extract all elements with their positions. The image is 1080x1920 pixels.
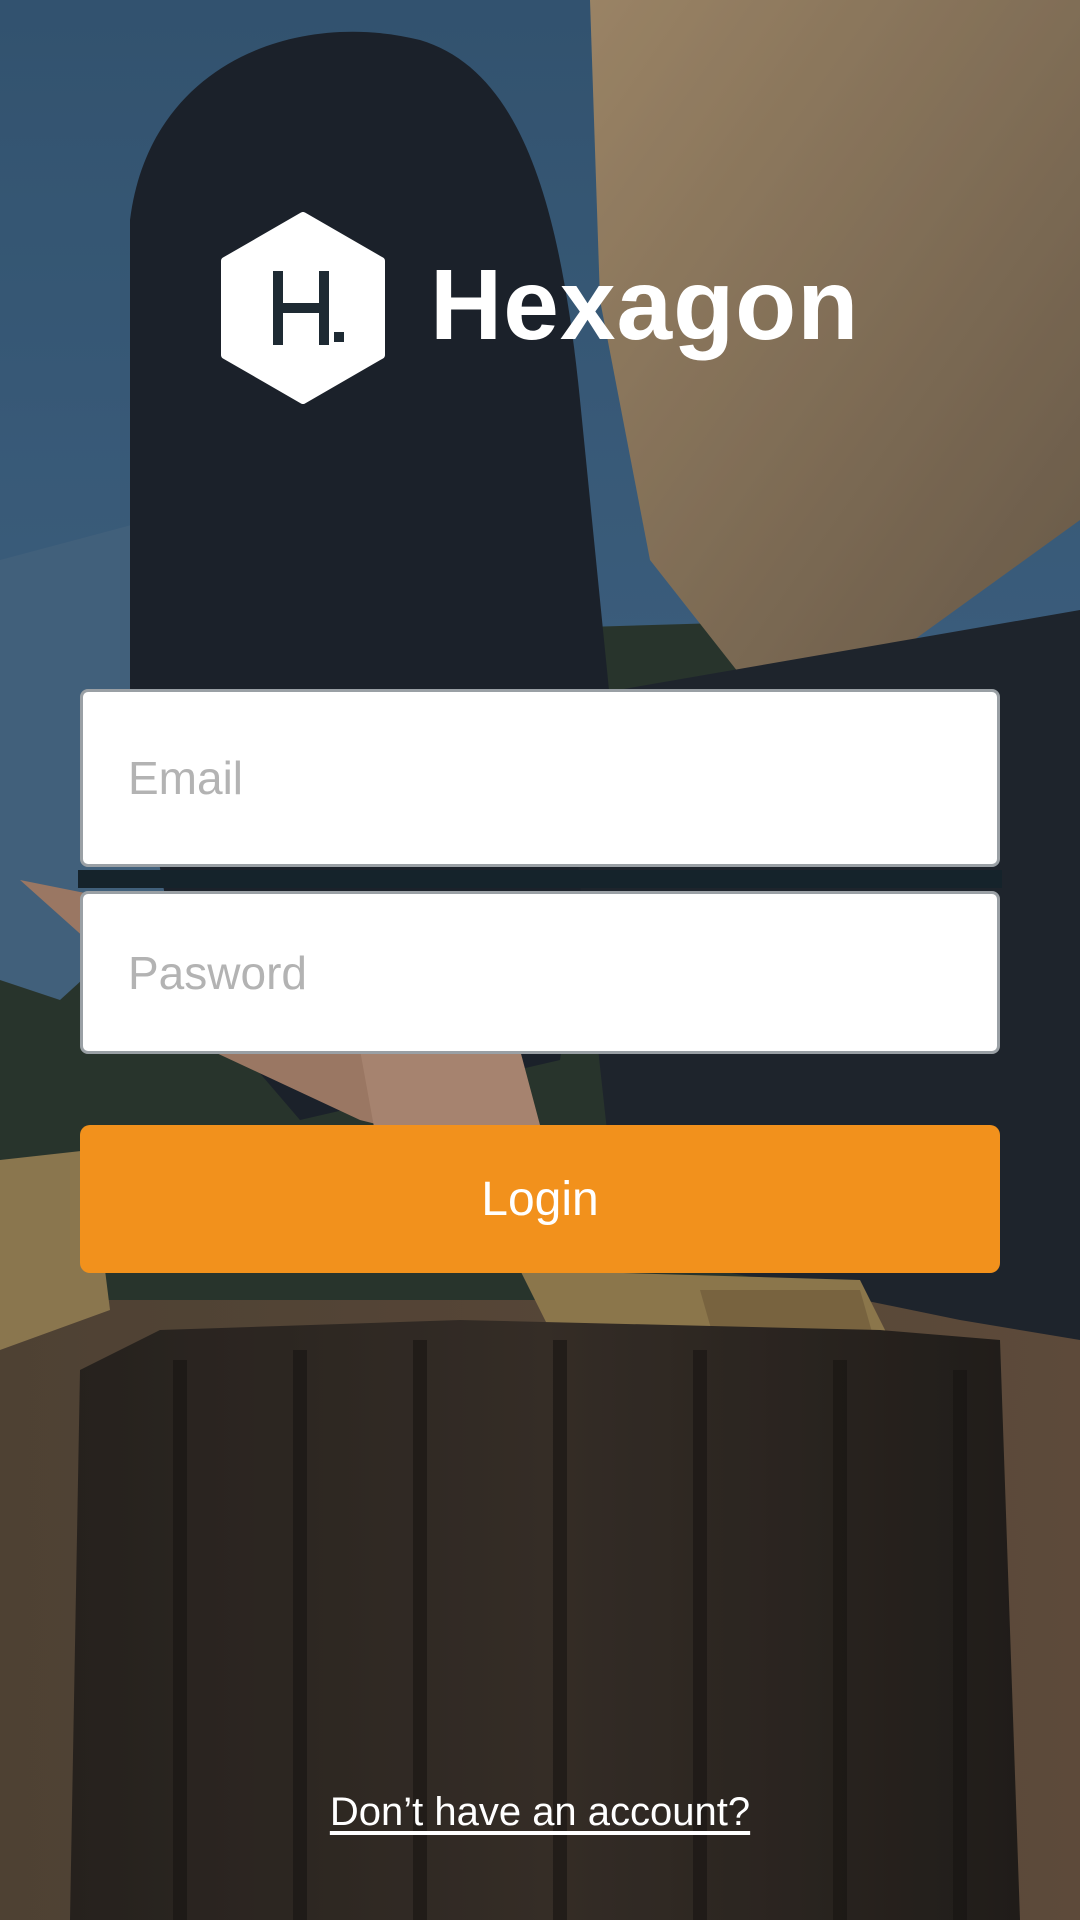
email-field[interactable]: [80, 689, 1000, 867]
password-field[interactable]: [80, 891, 1000, 1054]
login-button[interactable]: Login: [80, 1125, 1000, 1273]
brand-name: Hexagon: [430, 249, 860, 361]
signup-link[interactable]: Don’t have an account?: [0, 1790, 1080, 1835]
field-divider: [78, 870, 1002, 888]
email-input[interactable]: [128, 751, 948, 805]
hexagon-logo-icon: [221, 212, 385, 404]
login-screen: Hexagon Login Don’t have an account?: [0, 0, 1080, 1920]
password-input[interactable]: [128, 945, 948, 1000]
app-logo: Hexagon: [218, 212, 908, 404]
